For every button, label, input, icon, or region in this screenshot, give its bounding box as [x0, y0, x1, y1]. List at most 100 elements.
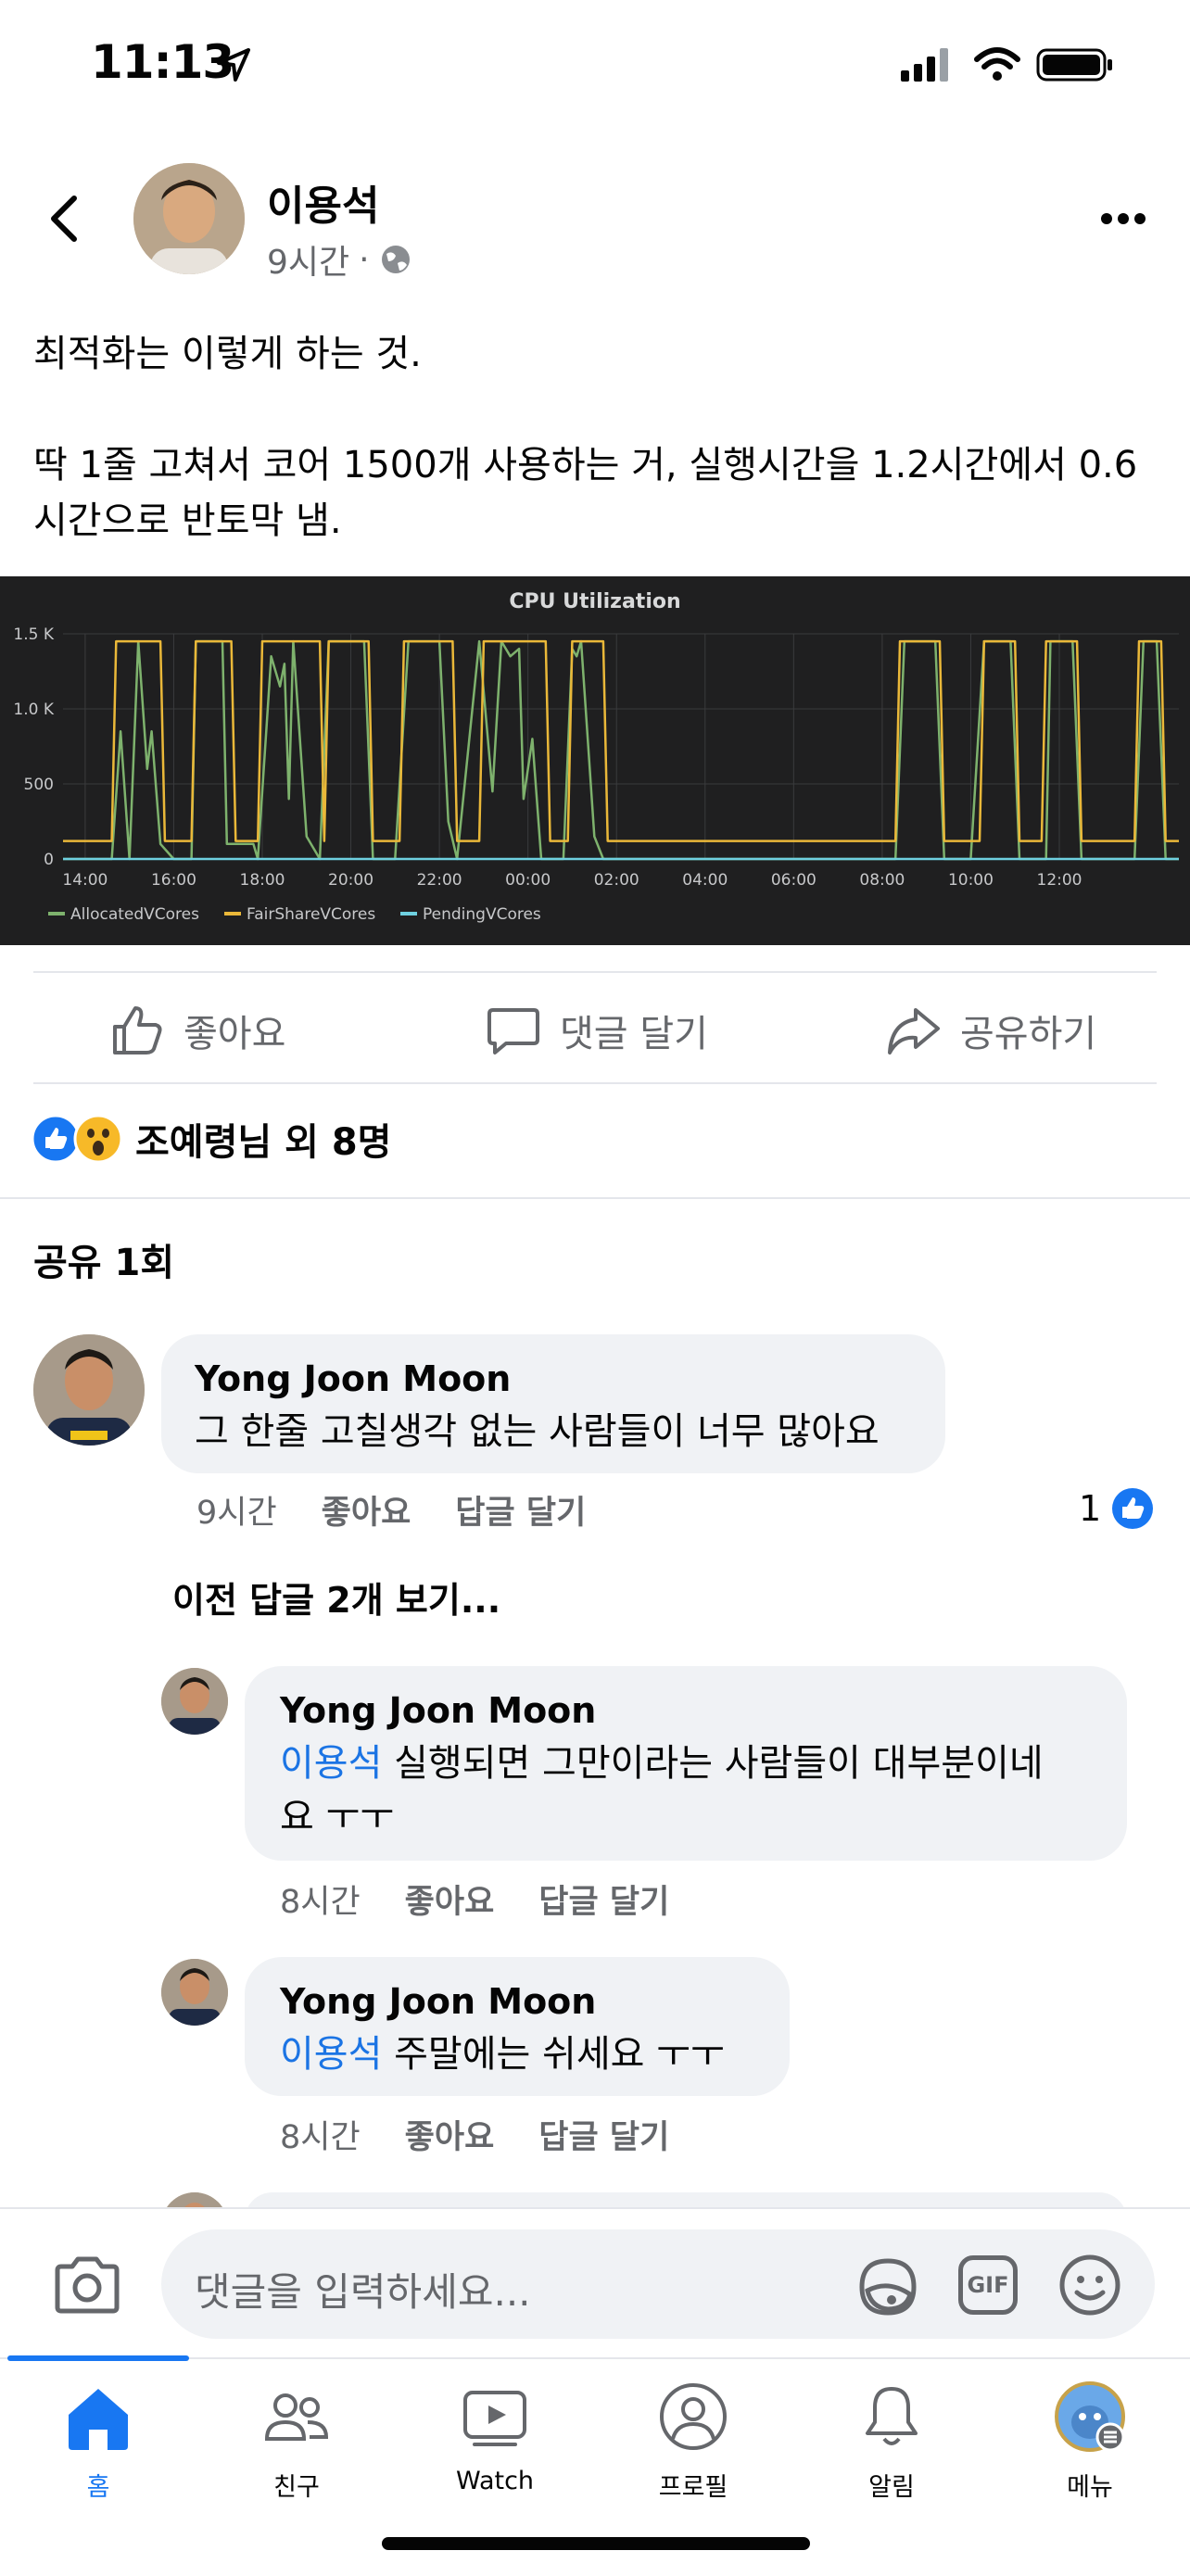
tab-menu-label: 메뉴 — [1067, 2473, 1113, 2502]
meta-separator: · — [359, 240, 370, 279]
camera-icon[interactable] — [52, 2254, 122, 2317]
gif-button[interactable]: GIF — [958, 2255, 1018, 2315]
chart-x-tick: 06:00 — [771, 871, 817, 890]
comment-meta: 9시간 좋아요 답글 달기 — [196, 1486, 1157, 1534]
chart-x-tick: 14:00 — [62, 871, 108, 890]
comment-input-placeholder: 댓글을 입력하세요... — [195, 2269, 531, 2315]
tab-friends-label: 친구 — [273, 2473, 320, 2502]
battery-icon — [1036, 48, 1112, 82]
comment-text: 그 한줄 고칠생각 없는 사람들이 너무 많아요 — [195, 1410, 880, 1453]
reactions-summary[interactable]: 조예령님 외 8명 — [32, 1112, 391, 1166]
comment-bubble[interactable]: Yong Joon Moon 그 한줄 고칠생각 없는 사람들이 너무 많아요 — [161, 1334, 945, 1473]
active-tab-indicator — [7, 2355, 189, 2361]
chart-title: CPU Utilization — [509, 590, 680, 613]
reply-mention[interactable]: 이용석 — [280, 2033, 382, 2076]
chart-y-tick: 0 — [44, 851, 54, 869]
watch-icon — [463, 2391, 526, 2446]
like-button[interactable]: 좋아요 — [109, 1003, 285, 1058]
reply-time: 8시간 — [280, 2119, 361, 2156]
comment-author[interactable]: Yong Joon Moon — [195, 1358, 511, 1399]
tab-friends[interactable]: 친구 — [204, 2380, 389, 2503]
reply-bubble[interactable]: Yong Joon Moon 이용석 주말에는 쉬세요 ㅜㅜ — [245, 1957, 790, 2096]
post-text: 최적화는 이렇게 하는 것. 딱 1줄 고쳐서 코어 1500개 사용하는 거,… — [33, 333, 1138, 542]
globe-icon — [381, 246, 410, 273]
thumbs-up-icon — [113, 1006, 162, 1054]
comment-like-count-value: 1 — [1079, 1488, 1102, 1529]
chart-legend-label: FairShareVCores — [247, 905, 375, 924]
reply-text: 이용석 실행되면 그만이라는 사람들이 대부분이네 요 ㅜㅜ — [280, 1736, 1105, 1844]
author-name[interactable]: 이용석 — [267, 172, 379, 232]
cellular-signal-icon — [901, 48, 948, 82]
divider-top — [33, 971, 1157, 973]
bell-icon — [866, 2387, 918, 2445]
gif-label: GIF — [967, 2272, 1009, 2298]
tab-home[interactable]: 홈 — [6, 2380, 191, 2503]
chart-series-line — [63, 639, 1179, 861]
post-meta: 9시간 · — [267, 235, 412, 284]
reply-text-line1: 실행되면 그만이라는 사람들이 대부분이네 — [382, 1742, 1044, 1785]
post-time: 9시간 — [267, 244, 350, 282]
reply-reply-button[interactable]: 답글 달기 — [538, 2111, 669, 2158]
comment-like-button[interactable]: 좋아요 — [322, 1486, 411, 1534]
comment-button[interactable]: 댓글 달기 — [486, 1003, 708, 1058]
chart-x-tick: 02:00 — [594, 871, 639, 890]
tab-menu[interactable]: 메뉴 — [997, 2380, 1183, 2503]
reply-time: 8시간 — [280, 1884, 361, 1921]
tab-profile[interactable]: 프로필 — [601, 2380, 786, 2503]
back-arrow-icon[interactable] — [46, 195, 83, 243]
divider-bottom — [33, 1082, 1157, 1084]
reply-author[interactable]: Yong Joon Moon — [280, 1981, 596, 2022]
reply-avatar[interactable] — [161, 1959, 228, 2026]
status-time: 11:13 — [91, 35, 234, 89]
comment-like-count[interactable]: 1 — [1079, 1486, 1155, 1531]
view-previous-replies[interactable]: 이전 답글 2개 보기... — [172, 1572, 500, 1623]
chart-y-tick: 1.5 K — [13, 625, 54, 644]
reply-reply-button[interactable]: 답글 달기 — [538, 1875, 669, 1923]
chart-y-tick: 1.0 K — [13, 701, 54, 719]
commenter-avatar[interactable] — [33, 1334, 145, 1446]
tab-watch[interactable]: Watch — [402, 2380, 588, 2495]
reply-text-line2: 요 ㅜㅜ — [280, 1796, 395, 1838]
comment-reply-button[interactable]: 답글 달기 — [455, 1486, 586, 1534]
reactions-text: 조예령님 외 8명 — [135, 1121, 392, 1164]
chart-x-tick: 08:00 — [859, 871, 905, 890]
menu-avatar-icon — [1055, 2381, 1125, 2452]
tab-notifications-label: 알림 — [868, 2473, 915, 2502]
reply-like-button[interactable]: 좋아요 — [405, 2111, 495, 2158]
wifi-icon — [974, 47, 1020, 81]
reply-bubble[interactable]: Yong Joon Moon 이용석 실행되면 그만이라는 사람들이 대부분이네… — [245, 1666, 1127, 1861]
shares-count[interactable]: 공유 1회 — [33, 1232, 174, 1286]
reaction-icons — [32, 1114, 123, 1164]
section-divider — [0, 1197, 1190, 1199]
location-arrow-icon — [217, 48, 250, 82]
friends-icon — [264, 2393, 329, 2441]
chart-x-tick: 12:00 — [1037, 871, 1082, 890]
chart-legend-label: PendingVCores — [423, 905, 541, 924]
cpu-utilization-chart[interactable]: CPU Utilization 0 500 1.0 K 1.5 K 14:00 16:00 1… — [0, 576, 1190, 945]
chart-x-tick: 04:00 — [682, 871, 728, 890]
chart-x-tick: 00:00 — [505, 871, 551, 890]
reply-author[interactable]: Yong Joon Moon — [280, 1690, 596, 1731]
reply-mention[interactable]: 이용석 — [280, 1742, 382, 1785]
share-button[interactable]: 공유하기 — [886, 1003, 1096, 1058]
emoji-icon[interactable] — [1057, 2252, 1123, 2318]
avatar-sticker-icon[interactable] — [855, 2254, 921, 2320]
chart-y-tick: 500 — [24, 776, 54, 794]
reply-text-body: 주말에는 쉬세요 ㅜㅜ — [382, 2033, 725, 2076]
home-icon — [69, 2389, 128, 2450]
comment-time: 9시간 — [196, 1495, 277, 1532]
chart-x-tick: 10:00 — [948, 871, 994, 890]
more-options-icon[interactable] — [1099, 209, 1147, 228]
chart-x-tick: 22:00 — [417, 871, 462, 890]
tab-home-label: 홈 — [86, 2473, 110, 2502]
reply-like-button[interactable]: 좋아요 — [405, 1875, 495, 1923]
chart-svg: CPU Utilization 0 500 1.0 K 1.5 K 14:00 16:00 1… — [13, 590, 1179, 924]
tab-notifications[interactable]: 알림 — [799, 2380, 984, 2503]
comment-label: 댓글 달기 — [560, 1013, 708, 1055]
reply-avatar[interactable] — [161, 1668, 228, 1735]
author-avatar[interactable] — [133, 163, 245, 274]
share-label: 공유하기 — [960, 1013, 1097, 1055]
chart-x-tick: 18:00 — [240, 871, 285, 890]
chart-x-tick: 20:00 — [328, 871, 373, 890]
comment-bubble-icon — [487, 1008, 539, 1054]
